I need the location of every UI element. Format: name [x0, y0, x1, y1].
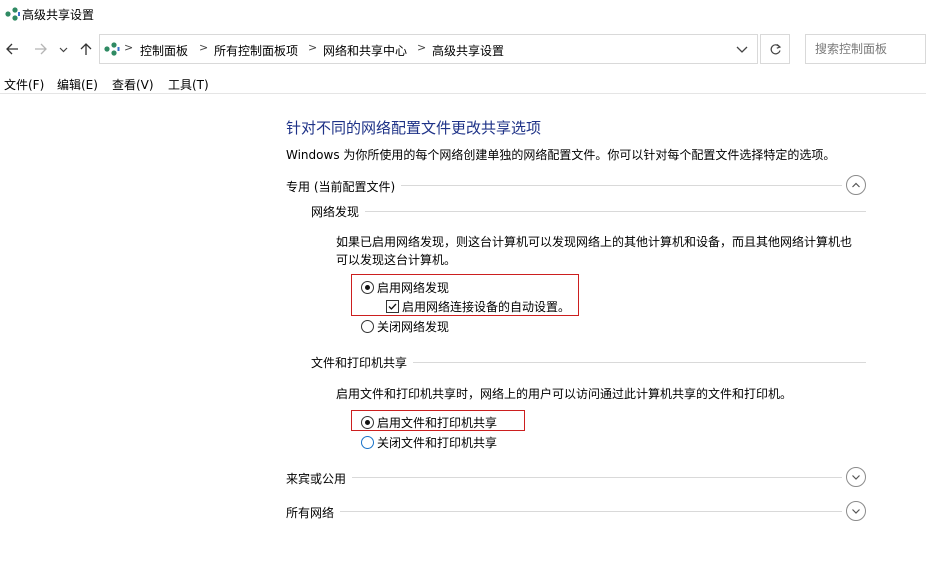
breadcrumb-separator-icon: >	[199, 41, 209, 54]
file-sharing-on-option[interactable]: 启用文件和打印机共享	[361, 414, 497, 431]
checkbox[interactable]	[386, 300, 399, 313]
file-sharing-header: 文件和打印机共享	[311, 354, 866, 372]
expand-button[interactable]	[846, 467, 866, 487]
title-bar: 高级共享设置	[0, 0, 926, 30]
all-networks-label: 所有网络	[286, 504, 341, 521]
all-networks-profile-header[interactable]: 所有网络	[286, 501, 866, 523]
arrow-right-icon	[35, 43, 47, 55]
refresh-button[interactable]	[760, 34, 790, 64]
window-title: 高级共享设置	[22, 8, 95, 22]
page-description: Windows 为你所使用的每个网络创建单独的网络配置文件。你可以针对每个配置文…	[286, 148, 836, 162]
option-label: 启用网络发现	[377, 281, 450, 295]
expand-button[interactable]	[846, 501, 866, 521]
menu-tools[interactable]: 工具(T)	[168, 76, 209, 93]
breadcrumb-advanced-sharing[interactable]: 高级共享设置	[432, 42, 504, 59]
divider	[363, 211, 866, 212]
private-profile-label: 专用 (当前配置文件)	[286, 178, 402, 195]
file-sharing-label: 文件和打印机共享	[311, 354, 414, 371]
navigation-bar: > 控制面板 > 所有控制面板项 > 网络和共享中心 > 高级共享设置	[0, 33, 926, 65]
control-panel-icon	[104, 42, 120, 56]
radio-button[interactable]	[361, 281, 374, 294]
chevron-down-icon	[59, 47, 67, 52]
divider	[348, 477, 842, 478]
chevron-down-icon	[852, 475, 860, 480]
radio-button[interactable]	[361, 436, 374, 449]
network-discovery-on-option[interactable]: 启用网络发现	[361, 279, 449, 296]
chevron-down-icon[interactable]	[735, 41, 749, 57]
private-profile-header[interactable]: 专用 (当前配置文件)	[286, 175, 866, 197]
breadcrumb-all-items[interactable]: 所有控制面板项	[214, 42, 298, 59]
option-label: 关闭网络发现	[377, 320, 450, 334]
network-discovery-header: 网络发现	[311, 203, 866, 221]
menu-file[interactable]: 文件(F)	[4, 76, 44, 93]
arrow-left-icon	[6, 43, 18, 55]
menu-edit[interactable]: 编辑(E)	[57, 76, 98, 93]
search-box[interactable]	[805, 34, 926, 64]
auto-setup-option[interactable]: 启用网络连接设备的自动设置。	[386, 298, 570, 315]
network-discovery-off-option[interactable]: 关闭网络发现	[361, 318, 449, 335]
guest-public-label: 来宾或公用	[286, 470, 353, 487]
chevron-down-icon	[852, 509, 860, 514]
description-line: 如果已启用网络发现，则这台计算机可以发现网络上的其他计算机和设备，而且其他网络计…	[336, 235, 853, 249]
option-label: 启用文件和打印机共享	[377, 416, 498, 430]
menu-bar: 文件(F) 编辑(E) 查看(V) 工具(T)	[0, 72, 926, 94]
file-sharing-description: 启用文件和打印机共享时，网络上的用户可以访问通过此计算机共享的文件和打印机。	[336, 387, 793, 401]
chevron-up-icon	[852, 182, 860, 188]
breadcrumb-control-panel[interactable]: 控制面板	[140, 42, 188, 59]
forward-button[interactable]	[31, 38, 51, 60]
arrow-up-icon	[80, 43, 92, 55]
checkmark-icon	[388, 303, 397, 310]
breadcrumb-separator-icon: >	[308, 41, 318, 54]
divider	[396, 185, 842, 186]
radio-button[interactable]	[361, 320, 374, 333]
network-discovery-label: 网络发现	[311, 203, 366, 220]
breadcrumb-network-center[interactable]: 网络和共享中心	[323, 42, 407, 59]
description-line: 可以发现这台计算机。	[336, 253, 457, 267]
radio-button[interactable]	[361, 416, 374, 429]
main-content: 针对不同的网络配置文件更改共享选项 Windows 为你所使用的每个网络创建单独…	[0, 95, 926, 586]
page-title: 针对不同的网络配置文件更改共享选项	[286, 119, 542, 137]
breadcrumb-separator-icon: >	[417, 41, 427, 54]
breadcrumb-separator-icon: >	[124, 41, 134, 54]
file-sharing-off-option[interactable]: 关闭文件和打印机共享	[361, 434, 497, 451]
divider	[338, 511, 842, 512]
option-label: 启用网络连接设备的自动设置。	[402, 300, 571, 314]
search-input[interactable]	[806, 35, 925, 63]
address-bar[interactable]: > 控制面板 > 所有控制面板项 > 网络和共享中心 > 高级共享设置	[99, 34, 758, 64]
option-label: 关闭文件和打印机共享	[377, 436, 498, 450]
divider	[412, 362, 866, 363]
collapse-button[interactable]	[846, 175, 866, 195]
refresh-icon	[770, 43, 781, 54]
up-button[interactable]	[76, 38, 96, 60]
back-button[interactable]	[2, 38, 22, 60]
menu-view[interactable]: 查看(V)	[112, 76, 154, 93]
network-discovery-description: 如果已启用网络发现，则这台计算机可以发现网络上的其他计算机和设备，而且其他网络计…	[336, 233, 852, 269]
recent-locations-button[interactable]	[56, 38, 70, 60]
guest-public-profile-header[interactable]: 来宾或公用	[286, 467, 866, 489]
network-icon	[5, 7, 20, 21]
